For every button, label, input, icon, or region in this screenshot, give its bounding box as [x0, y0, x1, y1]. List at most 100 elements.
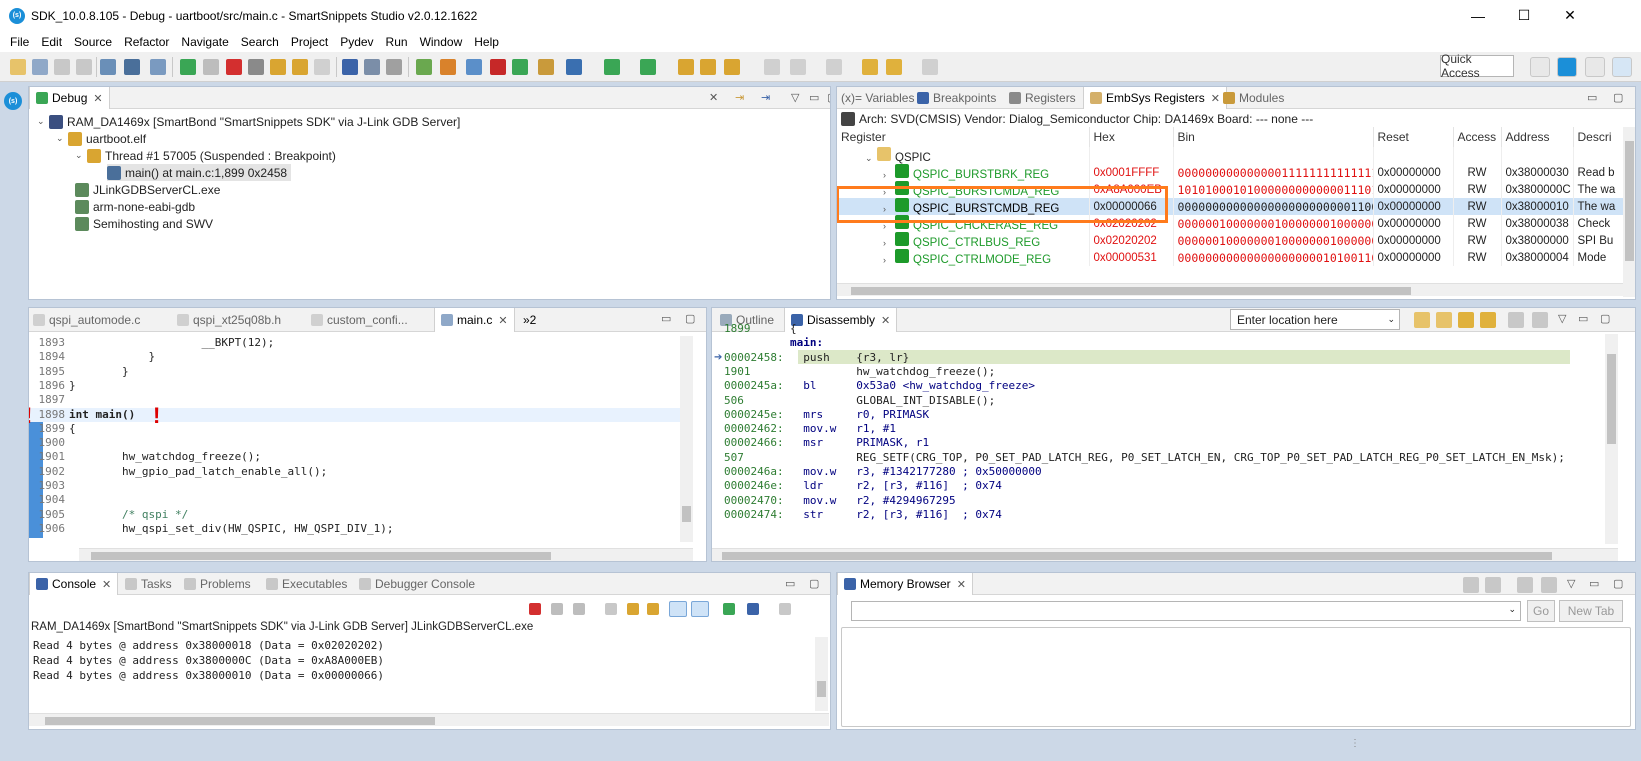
menu-project[interactable]: Project — [285, 35, 334, 49]
tab-modules[interactable]: Modules — [1223, 87, 1284, 109]
menu-help[interactable]: Help — [468, 35, 505, 49]
save-all-icon[interactable] — [54, 59, 70, 75]
flash-icon[interactable] — [440, 59, 456, 75]
tree-item-elf[interactable]: ⌄ uartboot.elf — [56, 130, 146, 147]
table-row[interactable]: › QSPIC_CTRLMODE_REG 0x00000531 000000000… — [837, 249, 1635, 266]
display-console-icon[interactable] — [747, 603, 759, 615]
tab-debugger-console[interactable]: Debugger Console — [359, 573, 475, 595]
forward-icon[interactable] — [922, 59, 938, 75]
smartsnippets-perspective-icon[interactable] — [1557, 57, 1577, 77]
tab-debug[interactable]: Debug ✕ — [29, 87, 110, 109]
menu-navigate[interactable]: Navigate — [175, 35, 234, 49]
pin-console-icon[interactable] — [723, 603, 735, 615]
close-tab-icon[interactable]: ✕ — [498, 314, 507, 327]
close-tab-icon[interactable]: ✕ — [1211, 92, 1220, 105]
binary-icon[interactable] — [100, 59, 116, 75]
erase-icon[interactable] — [490, 59, 506, 75]
tab-breakpoints[interactable]: Breakpoints — [917, 87, 996, 109]
console-output[interactable]: Read 4 bytes @ address 0x38000018 (Data … — [33, 638, 384, 683]
build-icon[interactable] — [416, 59, 432, 75]
horizontal-scrollbar[interactable] — [712, 548, 1618, 561]
pin-icon[interactable] — [1541, 577, 1557, 593]
open-perspective-icon[interactable] — [1530, 57, 1550, 77]
remove-all-icon[interactable] — [573, 603, 585, 615]
maximize-view-icon[interactable]: ▢ — [1613, 91, 1623, 104]
word-wrap-icon[interactable] — [647, 603, 659, 615]
new-icon[interactable] — [10, 59, 26, 75]
terminate-icon[interactable] — [226, 59, 242, 75]
menu-source[interactable]: Source — [68, 35, 118, 49]
tab-problems[interactable]: Problems — [184, 573, 251, 595]
hex-format-icon[interactable] — [1463, 577, 1479, 593]
tree-item-gdbserver[interactable]: JLinkGDBServerCL.exe — [75, 181, 220, 198]
next-annotation-icon[interactable] — [790, 59, 806, 75]
remove-terminated-icon[interactable]: ✕ — [709, 91, 718, 104]
search-icon[interactable] — [724, 59, 740, 75]
clear-console-icon[interactable] — [605, 603, 617, 615]
show-on-error-icon[interactable] — [691, 601, 709, 617]
annotation-icon[interactable] — [764, 59, 780, 75]
tool-icon[interactable] — [466, 59, 482, 75]
resume-icon[interactable] — [180, 59, 196, 75]
minimize-view-icon[interactable]: ▭ — [661, 312, 671, 325]
tab-custom-config[interactable]: custom_confi... — [311, 308, 408, 332]
col-access[interactable]: Access — [1453, 127, 1502, 147]
horizontal-scrollbar[interactable] — [837, 283, 1623, 296]
maximize-view-icon[interactable]: ▢ — [827, 91, 830, 104]
console-icon[interactable] — [124, 59, 140, 75]
instruction-stepping-icon[interactable] — [342, 59, 358, 75]
previous-annotation-icon[interactable] — [826, 59, 842, 75]
view-menu-icon[interactable]: ▽ — [1567, 577, 1575, 590]
plugin-icon[interactable] — [512, 59, 528, 75]
tab-variables[interactable]: (x)= Variables — [841, 87, 914, 109]
step-over-icon[interactable] — [292, 59, 308, 75]
step-return-icon[interactable] — [314, 59, 330, 75]
maximize-view-icon[interactable]: ▢ — [685, 312, 695, 325]
minimize-view-icon[interactable]: ▭ — [809, 91, 819, 104]
code-area[interactable]: 1893 __BKPT(12); 1894 } 1895 } 1896} 189… — [29, 336, 689, 536]
col-reset[interactable]: Reset — [1373, 127, 1454, 147]
new-view-icon[interactable] — [1517, 577, 1533, 593]
show-on-output-icon[interactable] — [669, 601, 687, 617]
close-tab-icon[interactable]: ✕ — [957, 578, 966, 591]
table-row[interactable]: › QSPIC_BURSTBRK_REG 0x0001FFFF 000000000… — [837, 164, 1635, 181]
view-menu-icon[interactable]: ▽ — [791, 91, 799, 104]
table-row[interactable]: › QSPIC_CTRLBUS_REG 0x02020202 0000001000… — [837, 232, 1635, 249]
package-icon[interactable] — [538, 59, 554, 75]
quick-access-input[interactable]: Quick Access — [1440, 52, 1514, 80]
connect-icon[interactable]: ⇥ — [735, 91, 744, 104]
run-icon[interactable] — [640, 59, 656, 75]
tree-item-gdb[interactable]: arm-none-eabi-gdb — [75, 198, 195, 215]
col-register[interactable]: Register — [837, 127, 1090, 147]
scroll-lock-icon[interactable] — [627, 603, 639, 615]
menu-file[interactable]: File — [4, 35, 35, 49]
vertical-scrollbar[interactable] — [680, 336, 693, 542]
col-address[interactable]: Address — [1501, 127, 1574, 147]
tab-memory-browser[interactable]: Memory Browser ✕ — [837, 573, 973, 595]
maximize-view-icon[interactable]: ▢ — [1613, 577, 1623, 590]
tab-console[interactable]: Console ✕ — [29, 573, 119, 595]
disconnect-icon[interactable] — [248, 59, 264, 75]
chevron-down-icon[interactable]: ⌄ — [1508, 604, 1516, 615]
vertical-scrollbar[interactable] — [1605, 334, 1618, 544]
minimize-view-icon[interactable]: ▭ — [1589, 577, 1599, 590]
memory-content-area[interactable] — [841, 627, 1631, 727]
tree-item-semihosting[interactable]: Semihosting and SWV — [75, 215, 213, 232]
back-icon[interactable] — [886, 59, 902, 75]
skip-breakpoints-icon[interactable] — [150, 59, 166, 75]
col-bin[interactable]: Bin — [1173, 127, 1374, 147]
tab-qspi-automode[interactable]: qspi_automode.c — [33, 308, 140, 332]
debug-icon[interactable] — [604, 59, 620, 75]
horizontal-scrollbar[interactable] — [79, 548, 693, 561]
new-tab-button[interactable]: New Tab — [1559, 600, 1623, 622]
trim-smartsnippets-icon[interactable]: (s) — [4, 92, 22, 110]
menu-run[interactable]: Run — [380, 35, 414, 49]
restart-icon[interactable] — [386, 59, 402, 75]
close-tab-icon[interactable]: ✕ — [93, 92, 102, 105]
last-edit-icon[interactable] — [862, 59, 878, 75]
cc-perspective-icon[interactable] — [1585, 57, 1605, 77]
print-icon[interactable] — [76, 59, 92, 75]
minimize-button[interactable]: — — [1455, 0, 1501, 31]
maximize-view-icon[interactable]: ▢ — [809, 577, 819, 590]
tab-embsys-registers[interactable]: EmbSys Registers ✕ — [1083, 87, 1227, 109]
